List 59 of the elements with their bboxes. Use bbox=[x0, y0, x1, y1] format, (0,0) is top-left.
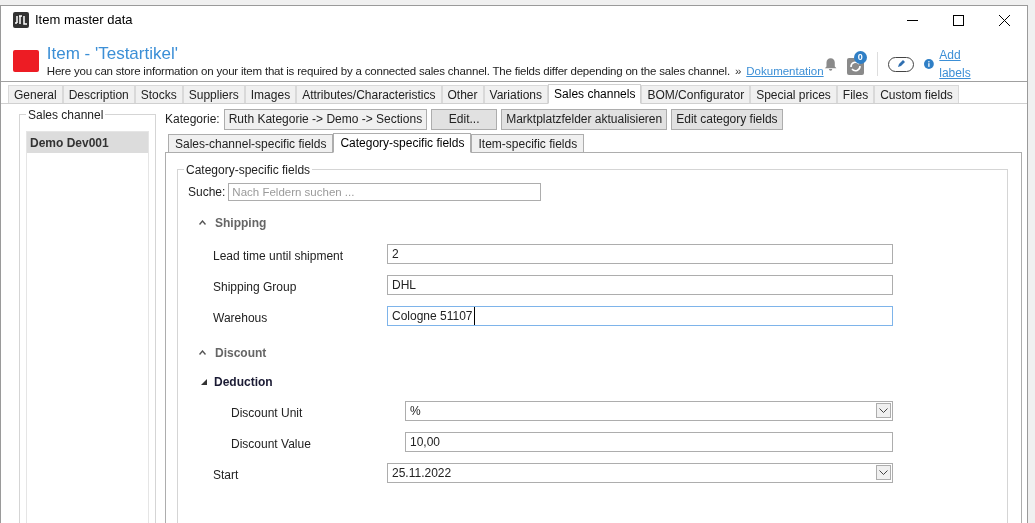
text-field[interactable]: 2 bbox=[387, 243, 893, 264]
tab[interactable]: Files bbox=[836, 85, 875, 103]
dropdown-field[interactable]: 25.11.2022 bbox=[387, 462, 893, 483]
collapse-caret-icon[interactable] bbox=[201, 378, 208, 385]
maximize-icon bbox=[952, 14, 964, 26]
collapse-caret-icon[interactable] bbox=[199, 220, 206, 225]
sync-count-badge: 0 bbox=[853, 51, 867, 64]
tab[interactable]: General bbox=[8, 85, 63, 103]
sales-channel-item[interactable]: Demo Dev001 bbox=[27, 132, 148, 153]
tab[interactable]: Variations bbox=[483, 85, 549, 103]
text-field[interactable]: DHL bbox=[387, 274, 893, 295]
tab[interactable]: Suppliers bbox=[182, 85, 245, 103]
text-field[interactable]: 10,00 bbox=[405, 431, 893, 452]
description-text: Here you can store information on your item that is required by a connected sales channel. The fields differ depending on the sales channel. bbox=[46, 64, 730, 78]
toolbar-button[interactable]: Edit category fields bbox=[671, 108, 783, 130]
field-value: 25.11.2022 bbox=[392, 464, 453, 482]
section-title: Shipping bbox=[215, 214, 267, 232]
bell-icon[interactable] bbox=[823, 55, 837, 73]
field-label: Warehous bbox=[213, 309, 269, 327]
tab[interactable]: Category-specific fields bbox=[333, 133, 472, 153]
category-label: Kategorie: bbox=[165, 111, 220, 128]
app-logo-icon bbox=[13, 12, 29, 28]
section-title: Discount bbox=[215, 344, 267, 362]
text-field[interactable]: Cologne 51107 bbox=[387, 305, 893, 326]
collapse-caret-icon[interactable] bbox=[199, 350, 206, 355]
toolbar-button[interactable]: Marktplatzfelder aktualisieren bbox=[501, 108, 668, 130]
dropdown-field[interactable]: % bbox=[405, 400, 893, 421]
field-label: Lead time until shipment bbox=[213, 247, 345, 265]
link-prefix: » bbox=[734, 64, 742, 78]
tab[interactable]: Sales channels bbox=[548, 84, 642, 104]
tab[interactable]: Stocks bbox=[134, 85, 183, 103]
close-icon bbox=[998, 14, 1010, 26]
tab[interactable]: Other bbox=[441, 85, 484, 103]
add-labels-link[interactable]: Add labels bbox=[939, 46, 985, 82]
field-value: % bbox=[410, 402, 422, 420]
tab[interactable]: Special prices bbox=[750, 85, 837, 103]
tab[interactable]: BOM/Configurator bbox=[641, 85, 751, 103]
tab[interactable]: Description bbox=[62, 85, 135, 103]
field-label: Start bbox=[213, 466, 240, 484]
tab[interactable]: Item-specific fields bbox=[471, 134, 585, 152]
window-title: Item master data bbox=[35, 11, 133, 30]
toolbar-button[interactable]: Edit... bbox=[431, 108, 498, 130]
tab[interactable]: Sales-channel-specific fields bbox=[168, 134, 334, 152]
info-icon bbox=[924, 58, 935, 70]
search-field[interactable]: Nach Feldern suchen ... bbox=[228, 183, 542, 201]
tab[interactable]: Attributes/Characteristics bbox=[296, 85, 442, 103]
category-field: Ruth Kategorie -> Demo -> Sections bbox=[223, 108, 428, 130]
field-label: Shipping Group bbox=[213, 278, 298, 296]
field-label: Discount Value bbox=[231, 435, 312, 453]
tab[interactable]: Images bbox=[244, 85, 297, 103]
pencil-icon bbox=[897, 60, 906, 68]
item-color-block bbox=[13, 50, 39, 72]
field-label: Discount Unit bbox=[231, 404, 304, 422]
tab[interactable]: Custom fields bbox=[874, 85, 959, 103]
documentation-link[interactable]: Dokumentation bbox=[746, 64, 824, 78]
item-title: Item - 'Testartikel' bbox=[46, 44, 179, 64]
minimize-icon bbox=[906, 19, 918, 21]
search-label: Suche: bbox=[188, 184, 226, 201]
subsection-title: Deduction bbox=[214, 373, 273, 391]
